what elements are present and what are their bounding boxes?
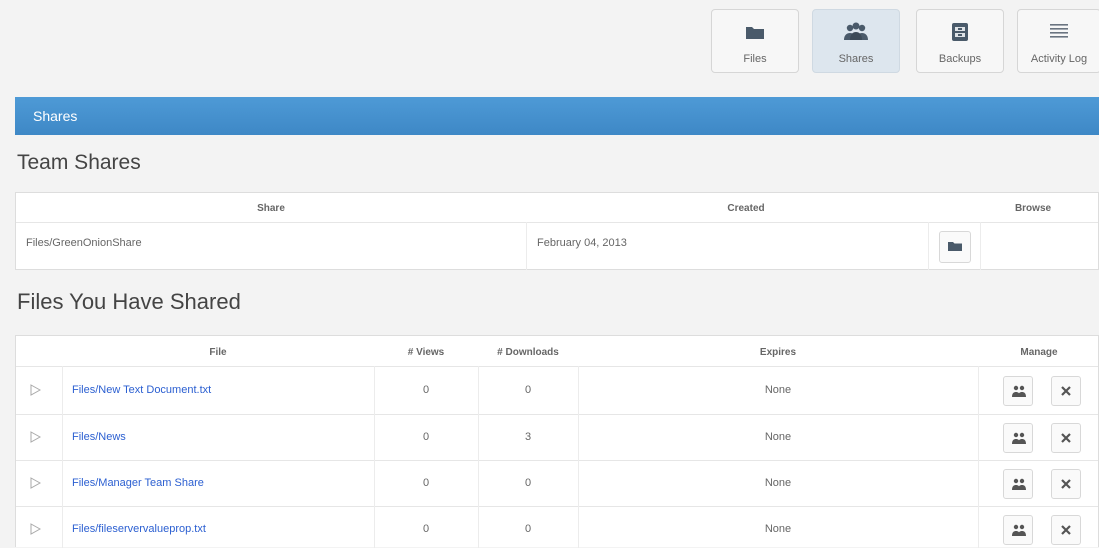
remove-share-button[interactable] xyxy=(1051,376,1081,406)
shared-file-link[interactable]: Files/Manager Team Share xyxy=(72,477,204,489)
nav-shares-label: Shares xyxy=(838,53,874,65)
shared-file-link[interactable]: Files/News xyxy=(72,431,126,443)
views-count: 0 xyxy=(422,431,430,443)
nav-files-button[interactable]: Files xyxy=(711,9,799,73)
nav-backups-label: Backups xyxy=(938,53,982,65)
expires-value: None xyxy=(764,477,792,489)
column-header-share: Share xyxy=(257,203,285,214)
list-icon xyxy=(1018,22,1099,42)
close-icon xyxy=(1061,525,1071,535)
close-icon xyxy=(1061,433,1071,443)
share-with-users-button[interactable] xyxy=(1003,469,1033,499)
nav-activity-log-button[interactable]: Activity Log xyxy=(1017,9,1099,73)
column-header-downloads: # Downloads xyxy=(497,347,559,358)
views-count: 0 xyxy=(422,384,430,396)
downloads-count: 0 xyxy=(524,384,532,396)
nav-backups-button[interactable]: Backups xyxy=(916,9,1004,73)
nav-activity-log-label: Activity Log xyxy=(1030,53,1088,65)
files-shared-table: File # Views # Downloads Expires Manage … xyxy=(15,335,1099,548)
folder-icon xyxy=(948,242,962,251)
column-header-expires: Expires xyxy=(759,347,797,358)
share-with-users-button[interactable] xyxy=(1003,515,1033,545)
downloads-count: 0 xyxy=(524,523,532,535)
remove-share-button[interactable] xyxy=(1051,469,1081,499)
remove-share-button[interactable] xyxy=(1051,423,1081,453)
users-icon xyxy=(1012,432,1026,444)
nav-shares-button[interactable]: Shares xyxy=(812,9,900,73)
shared-file-link[interactable]: Files/New Text Document.txt xyxy=(72,384,211,396)
close-icon xyxy=(1061,479,1071,489)
downloads-count: 3 xyxy=(524,431,532,443)
folder-icon xyxy=(712,22,798,42)
column-header-browse: Browse xyxy=(1014,203,1052,214)
column-header-file: File xyxy=(209,347,227,358)
views-count: 0 xyxy=(422,523,430,535)
users-icon xyxy=(1012,524,1026,536)
downloads-count: 0 xyxy=(524,477,532,489)
share-path: Files/GreenOnionShare xyxy=(26,237,142,249)
share-with-users-button[interactable] xyxy=(1003,376,1033,406)
share-with-users-button[interactable] xyxy=(1003,423,1033,453)
column-header-manage: Manage xyxy=(1020,347,1058,358)
files-shared-heading: Files You Have Shared xyxy=(17,289,241,314)
nav-files-label: Files xyxy=(743,53,767,65)
shares-header-title: Shares xyxy=(33,108,78,124)
remove-share-button[interactable] xyxy=(1051,515,1081,545)
expires-value: None xyxy=(764,431,792,443)
team-shares-table: Share Created Browse Files/GreenOnionSha… xyxy=(15,192,1099,270)
browse-share-button[interactable] xyxy=(939,231,971,263)
column-header-created: Created xyxy=(727,203,765,214)
users-icon xyxy=(813,22,899,42)
column-header-views: # Views xyxy=(407,347,445,358)
shares-header-bar: Shares xyxy=(15,97,1099,135)
close-icon xyxy=(1061,386,1071,396)
expires-value: None xyxy=(764,523,792,535)
share-created-date: February 04, 2013 xyxy=(537,237,627,249)
users-icon xyxy=(1012,385,1026,397)
shared-file-link[interactable]: Files/fileservervalueprop.txt xyxy=(72,523,206,535)
team-shares-heading: Team Shares xyxy=(17,151,141,174)
views-count: 0 xyxy=(422,477,430,489)
expires-value: None xyxy=(764,384,792,396)
users-icon xyxy=(1012,478,1026,490)
archive-icon xyxy=(917,22,1003,42)
